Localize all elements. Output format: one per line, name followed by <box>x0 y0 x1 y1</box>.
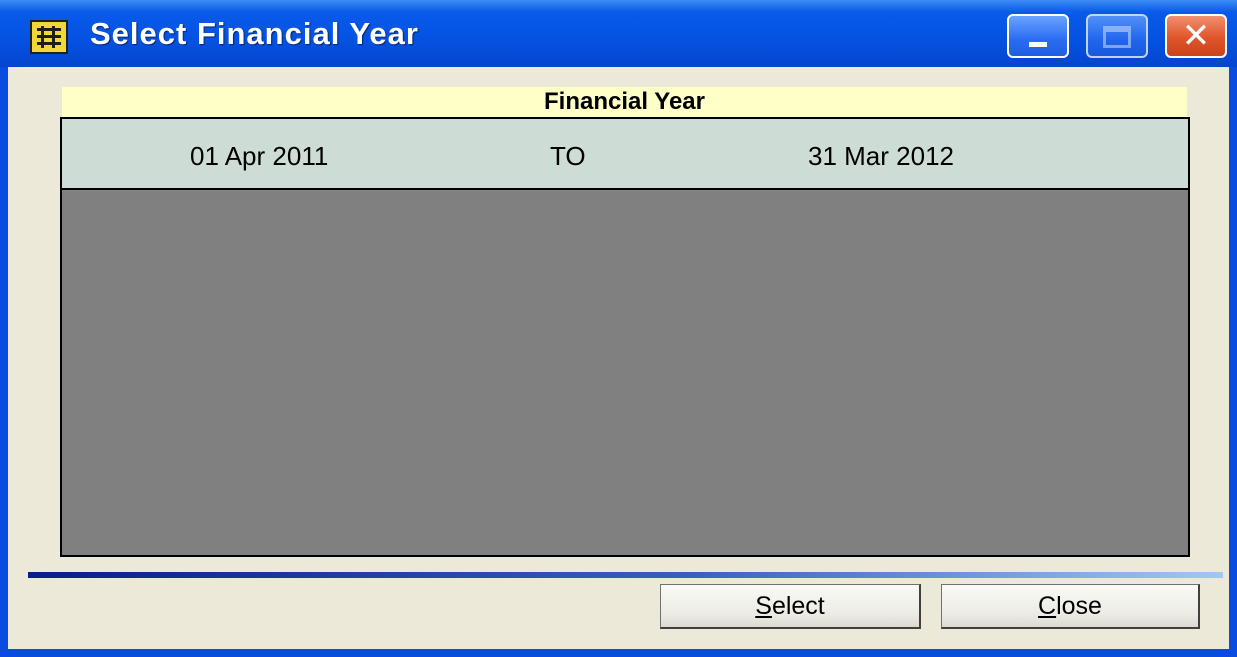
year-start-date: 01 Apr 2011 <box>190 141 329 171</box>
close-button-label: lose <box>1056 591 1102 620</box>
select-button[interactable]: Select <box>660 584 921 629</box>
grid-header-label: Financial Year <box>544 88 705 115</box>
close-window-button[interactable]: ✕ <box>1165 14 1227 58</box>
minimize-button[interactable] <box>1007 14 1069 58</box>
window-title: Select Financial Year <box>90 16 419 51</box>
minimize-icon <box>1029 42 1047 47</box>
maximize-button <box>1086 14 1148 58</box>
financial-year-row[interactable]: 01 Apr 2011 TO 31 Mar 2012 <box>62 119 1188 190</box>
year-range-separator: TO <box>550 141 586 171</box>
title-bar[interactable]: Select Financial Year ✕ <box>0 0 1237 67</box>
dialog-window: Select Financial Year ✕ Financial Year 0… <box>0 0 1237 657</box>
financial-year-grid[interactable]: 01 Apr 2011 TO 31 Mar 2012 <box>60 117 1190 557</box>
year-end-date: 31 Mar 2012 <box>808 141 954 171</box>
close-button[interactable]: Close <box>941 584 1200 629</box>
grid-header: Financial Year <box>62 87 1187 117</box>
dialog-client-area: Financial Year 01 Apr 2011 TO 31 Mar 201… <box>8 67 1229 649</box>
close-icon: ✕ <box>1181 17 1211 55</box>
select-button-mnemonic: S <box>755 591 772 620</box>
ledger-icon[interactable] <box>30 20 68 54</box>
select-button-label: elect <box>771 591 825 620</box>
close-button-mnemonic: C <box>1038 591 1057 620</box>
maximize-icon <box>1103 26 1131 48</box>
divider-line <box>28 572 1223 578</box>
